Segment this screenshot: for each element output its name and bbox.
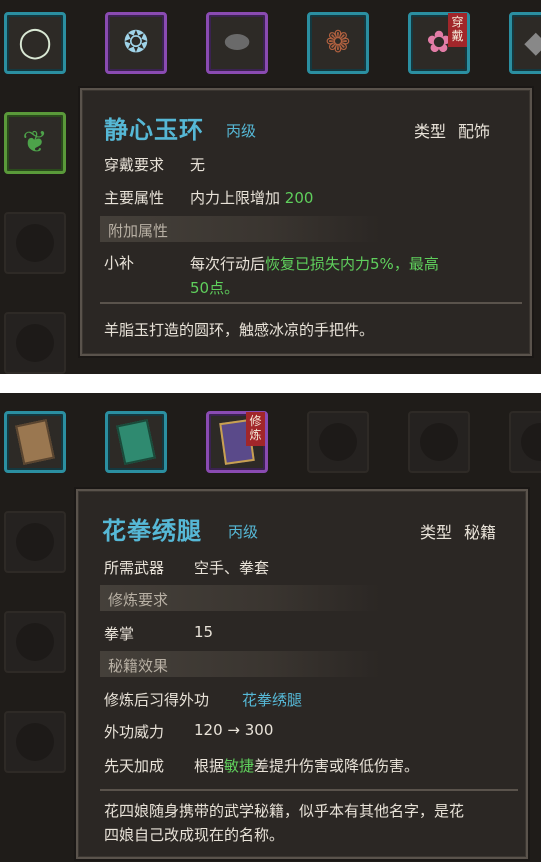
learn-skill-label: 修炼后习得外功 <box>104 691 210 709</box>
requirement-value: 无 <box>190 156 206 174</box>
extra-attributes-header: 附加属性 <box>100 216 380 242</box>
inventory-slot-brown-book[interactable] <box>4 411 66 473</box>
effect-cap: 50点。 <box>190 279 240 297</box>
item-description: 花四娘随身携带的武学秘籍，似乎本有其他名字，是花 四娘自己改成现在的名称。 <box>104 799 464 847</box>
manual-effect-header: 秘籍效果 <box>100 651 380 677</box>
weapon-label: 所需武器 <box>104 559 165 577</box>
inventory-slot-peony[interactable]: ✿ 穿戴 <box>408 12 470 74</box>
prayer-beads-icon: ❁ <box>325 25 351 60</box>
training-requirement-header: 修炼要求 <box>100 585 380 611</box>
main-attribute-amount: 200 <box>284 189 314 207</box>
manual-inventory-panel: 修炼 花拳绣腿 丙级 类型 秘籍 所需武器 空手、拳套 修炼要求 拳掌 15 秘籍… <box>0 393 541 862</box>
jade-bracelet-icon: ❂ <box>123 25 149 60</box>
item-grade: 丙级 <box>226 122 257 140</box>
inventory-slot-empty[interactable] <box>307 411 369 473</box>
item-description: 羊脂玉打造的圆环，触感冰凉的手把件。 <box>104 321 375 339</box>
item-grade: 丙级 <box>228 523 259 541</box>
inventory-slot-herb-bundle[interactable]: ❦ <box>4 112 66 174</box>
dark-leaf-icon: ⬬ <box>224 25 250 60</box>
inventory-slot-empty[interactable] <box>509 411 541 473</box>
inventory-slot-empty[interactable] <box>4 212 66 274</box>
innate-attribute: 敏捷 <box>224 757 255 775</box>
inventory-slot-empty[interactable] <box>408 411 470 473</box>
equipped-tag: 穿戴 <box>448 13 467 47</box>
inventory-slot-jade-bracelet[interactable]: ❂ <box>105 12 167 74</box>
requirement-skill-label: 拳掌 <box>104 625 135 643</box>
inventory-slot-green-book[interactable] <box>105 411 167 473</box>
inventory-slot-purple-book[interactable]: 修炼 <box>206 411 268 473</box>
requirement-skill-value: 15 <box>194 623 214 641</box>
inventory-slot-empty[interactable] <box>4 711 66 773</box>
brown-book-icon <box>15 419 55 465</box>
manual-effect-label: 秘籍效果 <box>108 657 169 675</box>
type-value: 配饰 <box>458 122 491 141</box>
extra-attribute-effect: 每次行动后恢复已损失内力5%，最高 50点。 <box>190 252 520 300</box>
requirement-label: 穿戴要求 <box>104 156 165 174</box>
innate-bonus-value: 根据敏捷差提升伤害或降低伤害。 <box>194 755 419 776</box>
inventory-slot-partial[interactable]: ◆ <box>509 12 541 74</box>
jade-ring-icon: ◯ <box>18 25 52 60</box>
inventory-slot-prayer-beads[interactable]: ❁ <box>307 12 369 74</box>
partial-item-icon: ◆ <box>524 25 541 60</box>
innate-bonus-label: 先天加成 <box>104 757 165 775</box>
inventory-slot-dark-leaf[interactable]: ⬬ <box>206 12 268 74</box>
type-value: 秘籍 <box>464 523 497 542</box>
main-attribute-value: 内力上限增加 200 <box>190 187 313 208</box>
main-attribute-text: 内力上限增加 <box>190 189 281 207</box>
power-label: 外功威力 <box>104 723 165 741</box>
divider <box>100 302 522 304</box>
divider <box>100 789 518 791</box>
learn-skill-value: 花拳绣腿 <box>242 691 303 709</box>
item-tooltip: 静心玉环 丙级 类型 配饰 穿戴要求 无 主要属性 内力上限增加 200 附加属性… <box>80 88 532 356</box>
effect-trigger: 每次行动后 <box>190 255 266 273</box>
item-tooltip: 花拳绣腿 丙级 类型 秘籍 所需武器 空手、拳套 修炼要求 拳掌 15 秘籍效果 … <box>76 489 528 859</box>
power-value: 120 → 300 <box>194 721 274 739</box>
extra-attributes-label: 附加属性 <box>108 222 169 240</box>
training-requirement-label: 修炼要求 <box>108 591 169 609</box>
type-label: 类型 <box>420 523 453 542</box>
training-tag: 修炼 <box>246 412 265 446</box>
effect-amount: 恢复已损失内力5%，最高 <box>265 255 439 273</box>
inventory-slot-empty[interactable] <box>4 312 66 374</box>
innate-suffix: 差提升伤害或降低伤害。 <box>254 757 420 775</box>
herb-bundle-icon: ❦ <box>22 125 48 160</box>
accessory-inventory-panel: ◯ ❂ ⬬ ❁ ✿ 穿戴 ◆ ❦ 静心玉环 丙级 类型 配饰 穿戴要求 无 主要属… <box>0 0 541 374</box>
item-type: 类型 配饰 <box>414 118 490 142</box>
inventory-slot-empty[interactable] <box>4 511 66 573</box>
item-type: 类型 秘籍 <box>420 519 496 543</box>
weapon-value: 空手、拳套 <box>194 559 270 577</box>
description-line-2: 四娘自己改成现在的名称。 <box>104 826 285 844</box>
main-attribute-label: 主要属性 <box>104 189 165 207</box>
inventory-slot-empty[interactable] <box>4 611 66 673</box>
type-label: 类型 <box>414 122 447 141</box>
green-book-icon <box>116 419 156 465</box>
inventory-slot-jade-ring[interactable]: ◯ <box>4 12 66 74</box>
innate-prefix: 根据 <box>194 757 225 775</box>
item-name: 花拳绣腿 <box>102 517 202 545</box>
description-line-1: 花四娘随身携带的武学秘籍，似乎本有其他名字，是花 <box>104 802 465 820</box>
item-name: 静心玉环 <box>104 116 204 144</box>
extra-attribute-name: 小补 <box>104 254 135 272</box>
